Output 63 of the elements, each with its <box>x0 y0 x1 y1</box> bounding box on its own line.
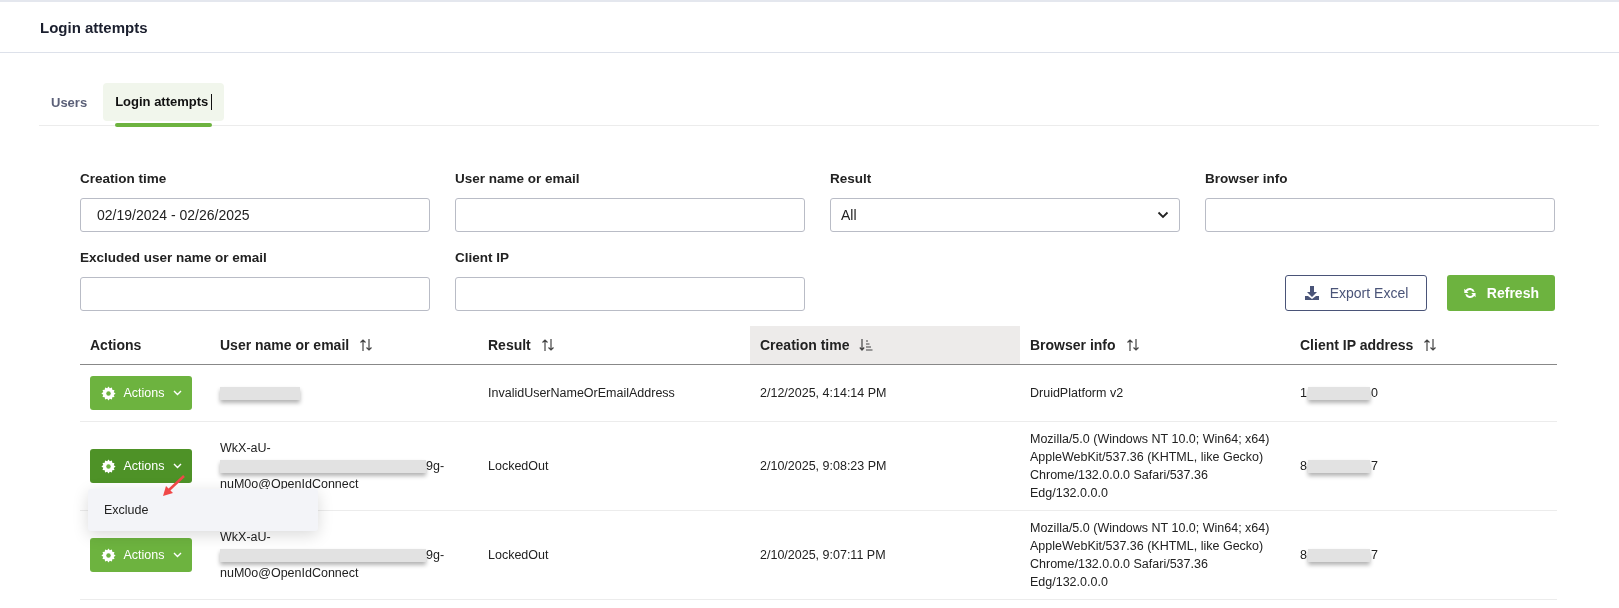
table-cell-text: nuM0o@OpenIdConnect <box>220 565 360 582</box>
table-cell-text: 9g- <box>426 458 445 475</box>
column-header[interactable]: Client IP address <box>1290 326 1557 364</box>
chevron-down-icon <box>172 463 182 469</box>
page-title: Login attempts <box>40 18 148 36</box>
field-label: User name or email <box>455 171 581 186</box>
chevron-down-icon <box>1157 211 1169 219</box>
tab[interactable]: Users <box>39 83 100 121</box>
table-cell-text: Mozilla/5.0 (Windows NT 10.0; Win64; x64) AppleWebKit/537.36 (KHTML, like Gecko) Chrome/132.0.0.0 Safari/537.36 Edg/132.0.0.0 <box>1030 431 1271 502</box>
column-header[interactable]: Browser info <box>1020 326 1290 364</box>
chevron-down-icon <box>172 552 182 558</box>
column-header[interactable]: Creation time <box>750 326 1020 364</box>
field-label: Excluded user name or email <box>80 250 268 265</box>
table-cell-text: 8 <box>1300 458 1307 475</box>
result-dropdown[interactable]: All <box>830 198 1180 232</box>
field-label: Client IP <box>455 250 510 265</box>
sort-descending-icon <box>859 338 874 352</box>
table-cell-text: 2/10/2025, 9:08:23 PM <box>760 458 888 475</box>
field-label: Creation time <box>80 171 168 186</box>
column-header[interactable]: Result <box>478 326 750 364</box>
table-cell-text: DruidPlatform v2 <box>1030 385 1125 402</box>
table-cell-text: LockedOut <box>488 547 550 564</box>
date-range-field[interactable]: 02/19/2024 - 02/26/2025 <box>80 198 430 232</box>
table-cell-text: InvalidUserNameOrEmailAddress <box>488 385 676 402</box>
actions-button[interactable]: Actions <box>90 449 192 483</box>
gear-icon <box>100 458 116 474</box>
field-label: Browser info <box>1205 171 1289 186</box>
table-cell-text: 1 <box>1300 385 1307 402</box>
redaction-bar <box>1307 548 1370 562</box>
input-field[interactable] <box>455 198 805 232</box>
field-label: Result <box>830 171 873 186</box>
gear-icon <box>100 547 116 563</box>
export-button[interactable]: Export Excel <box>1285 275 1427 311</box>
table-cell-text: 7 <box>1370 458 1378 475</box>
table-cell-text: 7 <box>1370 547 1378 564</box>
sort-icon <box>1423 338 1438 352</box>
redaction-bar <box>1307 459 1370 473</box>
sort-icon <box>540 338 555 352</box>
input-field[interactable] <box>1205 198 1555 232</box>
sort-icon <box>359 338 374 352</box>
chevron-down-icon <box>172 390 182 396</box>
table-cell-text: nuM0o@OpenIdConnect <box>220 476 360 493</box>
column-header[interactable]: User name or email <box>210 326 478 364</box>
table-cell-text: WkX-aU- <box>220 440 272 457</box>
annotation-arrow <box>160 475 186 499</box>
table-cell-text: WkX-aU- <box>220 529 272 546</box>
sort-icon <box>1125 338 1140 352</box>
table-cell-text: 9g- <box>426 547 445 564</box>
table-cell-text: 0 <box>1370 385 1378 402</box>
input-field[interactable] <box>80 277 430 311</box>
table-cell-text: 2/12/2025, 4:14:14 PM <box>760 385 888 402</box>
redaction-bar <box>1307 386 1370 400</box>
table-cell-text: 8 <box>1300 547 1307 564</box>
column-header[interactable]: Actions <box>80 326 210 364</box>
table-cell-text: LockedOut <box>488 458 550 475</box>
download-icon <box>1303 285 1320 301</box>
input-field[interactable] <box>455 277 805 311</box>
text-cursor <box>211 94 213 111</box>
table-cell-text: Mozilla/5.0 (Windows NT 10.0; Win64; x64) AppleWebKit/537.36 (KHTML, like Gecko) Chrome/132.0.0.0 Safari/537.36 Edg/132.0.0.0 <box>1030 520 1271 591</box>
gear-icon <box>100 385 116 401</box>
refresh-icon <box>1463 285 1477 301</box>
table-cell-text: 2/10/2025, 9:07:11 PM <box>760 547 887 564</box>
menu-item[interactable]: Exclude <box>88 497 318 523</box>
